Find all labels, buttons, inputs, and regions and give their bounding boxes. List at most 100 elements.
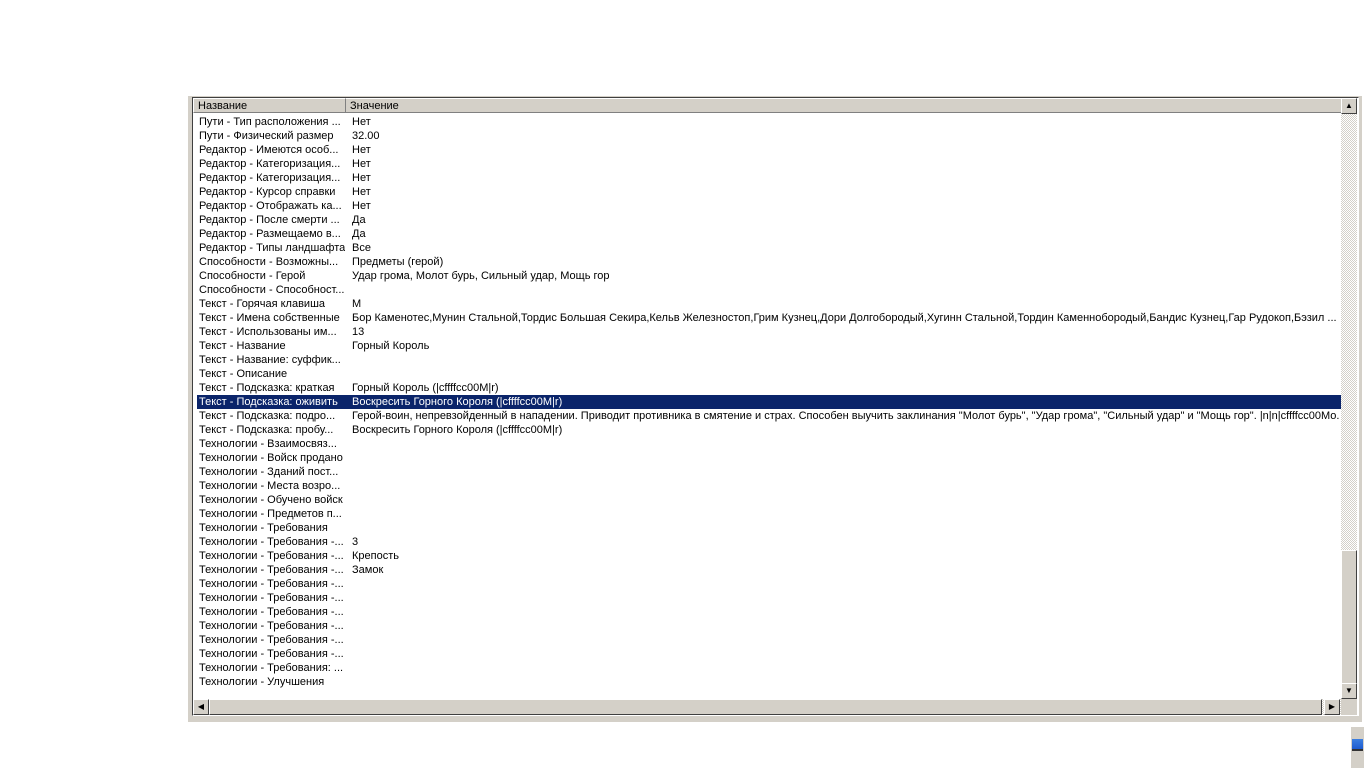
property-name: Редактор - Типы ландшафта [199, 242, 345, 254]
table-row[interactable]: Технологии - Требования -... Крепость [197, 549, 1341, 563]
table-row[interactable]: Текст - Подсказка: пробу... Воскресить Го… [197, 423, 1341, 437]
property-name: Редактор - После смерти ... [199, 214, 340, 226]
property-name: Текст - Использованы им... [199, 326, 337, 338]
table-row[interactable]: Технологии - Взаимосвяз... [197, 437, 1341, 451]
property-name: Технологии - Требования -... [199, 564, 344, 576]
table-row[interactable]: Технологии - Зданий пост... [197, 465, 1341, 479]
table-row[interactable]: Пути - Физический размер 32.00 [197, 129, 1341, 143]
property-value: Бор Каменотес,Мунин Стальной,Тордис Боль… [352, 312, 1337, 324]
table-row[interactable]: Редактор - Отображать ка... Нет [197, 199, 1341, 213]
table-row[interactable]: Редактор - Типы ландшафта Все [197, 241, 1341, 255]
table-row[interactable]: Текст - Название: суффик... [197, 353, 1341, 367]
table-row[interactable]: Технологии - Улучшения [197, 675, 1341, 689]
table-row[interactable]: Пути - Тип расположения ... Нет [197, 115, 1341, 129]
table-row[interactable]: Технологии - Требования -... [197, 577, 1341, 591]
property-name: Технологии - Предметов п... [199, 508, 342, 520]
table-row[interactable]: Технологии - Требования -... [197, 605, 1341, 619]
property-rows: Пути - Тип расположения ... Нет Пути - Физ… [193, 115, 1341, 699]
table-row[interactable]: Технологии - Требования -... 3 [197, 535, 1341, 549]
scroll-left-button[interactable]: ◀ [193, 699, 209, 715]
property-name: Технологии - Улучшения [199, 676, 325, 688]
property-name: Технологии - Зданий пост... [199, 466, 339, 478]
property-value: Крепость [352, 550, 399, 562]
property-name: Редактор - Курсор справки [199, 186, 336, 198]
property-name: Редактор - Размещаемо в... [199, 228, 341, 240]
table-row[interactable]: Редактор - Категоризация... Нет [197, 171, 1341, 185]
list-header: Название Значение [193, 98, 1342, 113]
property-value: Удар грома, Молот бурь, Сильный удар, Мо… [352, 270, 610, 282]
table-row[interactable]: Редактор - Имеются особ... Нет [197, 143, 1341, 157]
table-row[interactable]: Технологии - Требования: ... [197, 661, 1341, 675]
table-row[interactable]: Текст - Название Горный Король [197, 339, 1341, 353]
scroll-up-button[interactable]: ▲ [1341, 98, 1357, 114]
table-row[interactable]: Текст - Подсказка: подро... Герой-воин, н… [197, 409, 1341, 423]
property-value: Все [352, 242, 371, 254]
table-row[interactable]: Технологии - Требования -... Замок [197, 563, 1341, 577]
property-name: Технологии - Обучено войск [199, 494, 343, 506]
table-row[interactable]: Текст - Подсказка: краткая Горный Король … [197, 381, 1341, 395]
property-name: Редактор - Имеются особ... [199, 144, 339, 156]
table-row[interactable]: Технологии - Обучено войск [197, 493, 1341, 507]
property-value: Герой-воин, непревзойденный в нападении.… [352, 410, 1340, 422]
arrow-right-icon: ▶ [1328, 702, 1336, 711]
property-name: Текст - Подсказка: пробу... [199, 424, 334, 436]
property-value: Нет [352, 172, 371, 184]
property-name: Пути - Физический размер [199, 130, 334, 142]
column-header-name[interactable]: Название [193, 98, 346, 113]
table-row[interactable]: Способности - Герой Удар грома, Молот бур… [197, 269, 1341, 283]
property-name: Технологии - Требования -... [199, 536, 344, 548]
property-name: Технологии - Взаимосвяз... [199, 438, 337, 450]
table-row[interactable]: Редактор - Курсор справки Нет [197, 185, 1341, 199]
table-row[interactable]: Текст - Описание [197, 367, 1341, 381]
property-name: Редактор - Отображать ка... [199, 200, 342, 212]
table-row[interactable]: Текст - Использованы им... 13 [197, 325, 1341, 339]
scroll-right-button[interactable]: ▶ [1324, 699, 1340, 715]
table-row[interactable]: Технологии - Войск продано [197, 451, 1341, 465]
table-row[interactable]: Редактор - После смерти ... Да [197, 213, 1341, 227]
table-row[interactable]: Текст - Горячая клавиша M [197, 297, 1341, 311]
table-row[interactable]: Технологии - Требования -... [197, 591, 1341, 605]
vertical-scrollbar[interactable]: ▲ ▼ [1341, 98, 1357, 699]
property-name: Редактор - Категоризация... [199, 172, 341, 184]
arrow-left-icon: ◀ [197, 702, 205, 711]
table-row[interactable]: Технологии - Требования [197, 521, 1341, 535]
property-value: Горный Король (|cffffcc00M|r) [352, 382, 499, 394]
table-row[interactable]: Технологии - Требования -... [197, 647, 1341, 661]
table-row[interactable]: Способности - Способност... [197, 283, 1341, 297]
property-value: Нет [352, 116, 371, 128]
table-row[interactable]: Редактор - Размещаемо в... Да [197, 227, 1341, 241]
property-name: Технологии - Требования -... [199, 634, 344, 646]
scroll-down-button[interactable]: ▼ [1341, 683, 1357, 699]
property-name: Текст - Название [199, 340, 286, 352]
table-row[interactable]: Технологии - Предметов п... [197, 507, 1341, 521]
table-row[interactable]: Способности - Возможны... Предметы (герой… [197, 255, 1341, 269]
table-row[interactable]: Технологии - Требования -... [197, 633, 1341, 647]
property-value: Воскресить Горного Короля (|cffffcc00M|r… [352, 396, 563, 408]
taskbar-fragment [1350, 727, 1364, 768]
property-name: Способности - Герой [199, 270, 306, 282]
property-name: Технологии - Требования: ... [199, 662, 344, 674]
property-value: Нет [352, 144, 371, 156]
property-value: 3 [352, 536, 359, 548]
property-list: Название Значение Пути - Тип расположени… [192, 97, 1359, 716]
table-row[interactable]: Редактор - Категоризация... Нет [197, 157, 1341, 171]
table-row[interactable]: Текст - Имена собственные Бор Каменотес,М… [197, 311, 1341, 325]
property-value: 32.00 [352, 130, 380, 142]
property-value: Горный Король [352, 340, 430, 352]
horizontal-scroll-thumb[interactable] [209, 699, 1322, 715]
table-row[interactable]: Технологии - Требования -... [197, 619, 1341, 633]
property-name: Текст - Подсказка: краткая [199, 382, 335, 394]
property-value: Замок [352, 564, 384, 576]
property-value: Нет [352, 186, 371, 198]
scrollbar-corner [1341, 699, 1357, 715]
property-name: Технологии - Требования [199, 522, 328, 534]
object-editor-panel: Название Значение Пути - Тип расположени… [188, 96, 1362, 722]
monitor-icon[interactable] [1352, 739, 1363, 751]
column-header-value[interactable]: Значение [346, 98, 1342, 113]
table-row[interactable]: Текст - Подсказка: оживить Воскресить Гор… [197, 395, 1341, 409]
property-name: Редактор - Категоризация... [199, 158, 341, 170]
table-row[interactable]: Технологии - Места возро... [197, 479, 1341, 493]
property-name: Технологии - Требования -... [199, 620, 344, 632]
horizontal-scrollbar[interactable]: ◀ ▶ [193, 699, 1341, 715]
vertical-scroll-thumb[interactable] [1341, 550, 1357, 685]
